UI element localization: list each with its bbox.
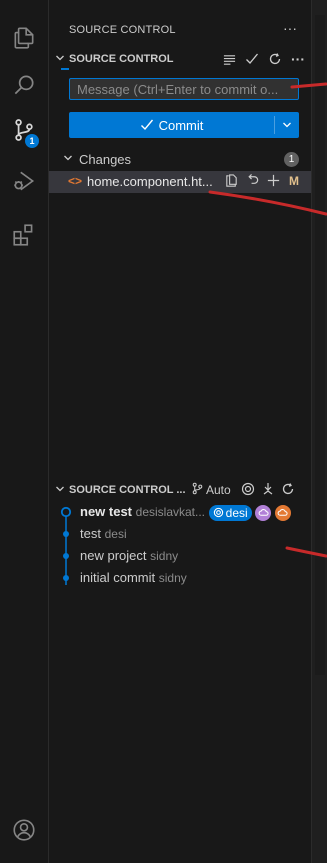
changes-count-badge: 1 (284, 152, 299, 167)
refresh-icon[interactable] (268, 52, 282, 66)
remote-cloud-badge[interactable] (255, 504, 272, 521)
view-title: SOURCE CONTROL (69, 24, 176, 36)
commit-message-input[interactable] (69, 78, 299, 100)
scrollbar-track[interactable] (315, 15, 325, 675)
commit-message: initial commit (80, 570, 156, 585)
view-as-list-icon[interactable] (223, 53, 236, 66)
remote-cloud-badge[interactable] (274, 504, 291, 521)
commit-author: sidny (158, 571, 187, 585)
cloud-icon (278, 509, 288, 516)
chevron-down-icon (283, 122, 291, 128)
commit-message: test (80, 526, 101, 541)
file-status-modified: M (289, 174, 299, 188)
graph-auto-label[interactable]: Auto (206, 483, 231, 497)
check-icon (140, 119, 153, 131)
search-icon[interactable] (8, 69, 40, 101)
graph-commit-row[interactable]: initial commit sidny (49, 567, 311, 589)
source-control-sidebar: SOURCE CONTROL ··· SOURCE CONTROL ··· Co… (49, 0, 311, 863)
commit-check-icon[interactable] (245, 52, 259, 66)
branch-ref-label: desi (225, 505, 248, 520)
commit-dropdown-button[interactable] (275, 112, 299, 138)
editor-edge (311, 0, 327, 863)
source-control-badge: 1 (25, 134, 39, 148)
chevron-down-icon (53, 53, 67, 66)
fetch-icon[interactable] (261, 482, 275, 499)
discard-changes-icon[interactable] (245, 173, 260, 191)
files-icon[interactable] (8, 22, 40, 54)
changes-label: Changes (79, 151, 132, 167)
scm-section-title: SOURCE CONTROL (69, 53, 174, 65)
graph-section-header[interactable]: SOURCE CONTROL ... Auto (49, 479, 311, 501)
chevron-down-icon (53, 484, 67, 497)
view-more-button[interactable]: ··· (283, 20, 297, 36)
run-debug-icon[interactable] (8, 165, 40, 197)
changed-file-row[interactable]: <> home.component.ht... M (49, 171, 311, 193)
html-file-icon: <> (68, 174, 83, 188)
commit-button-group: Commit (69, 112, 299, 138)
activity-bar: 1 (0, 0, 49, 863)
scm-section-header[interactable]: SOURCE CONTROL ··· (49, 48, 311, 70)
commit-author: desislavkat... (135, 505, 206, 519)
file-name: home.component.ht... (87, 174, 213, 189)
target-icon (213, 507, 223, 518)
target-icon[interactable] (241, 482, 255, 499)
account-icon[interactable] (8, 814, 40, 846)
commit-message: new project (80, 548, 147, 563)
commit-button[interactable]: Commit (69, 112, 274, 138)
more-actions-icon[interactable]: ··· (291, 51, 305, 67)
commit-button-label: Commit (158, 117, 204, 133)
graph-section-title: SOURCE CONTROL ... (69, 484, 186, 496)
stage-changes-icon[interactable] (266, 173, 281, 191)
chevron-down-icon (61, 153, 75, 166)
changes-group[interactable]: Changes 1 (49, 148, 311, 170)
focus-indicator (61, 68, 69, 70)
commit-author: desi (104, 527, 127, 541)
commit-message: new test (80, 504, 133, 519)
extensions-icon[interactable] (8, 219, 40, 251)
branch-icon[interactable] (191, 482, 204, 498)
cloud-icon (258, 509, 269, 516)
graph-commit-row[interactable]: test desi (49, 523, 311, 545)
graph-commit-row[interactable]: new test desislavkat... desi (49, 501, 311, 523)
refresh-icon[interactable] (281, 482, 295, 499)
commit-author: sidny (150, 549, 179, 563)
graph-commit-row[interactable]: new project sidny (49, 545, 311, 567)
open-file-icon[interactable] (224, 173, 239, 191)
branch-ref-badge[interactable]: desi (208, 504, 252, 521)
